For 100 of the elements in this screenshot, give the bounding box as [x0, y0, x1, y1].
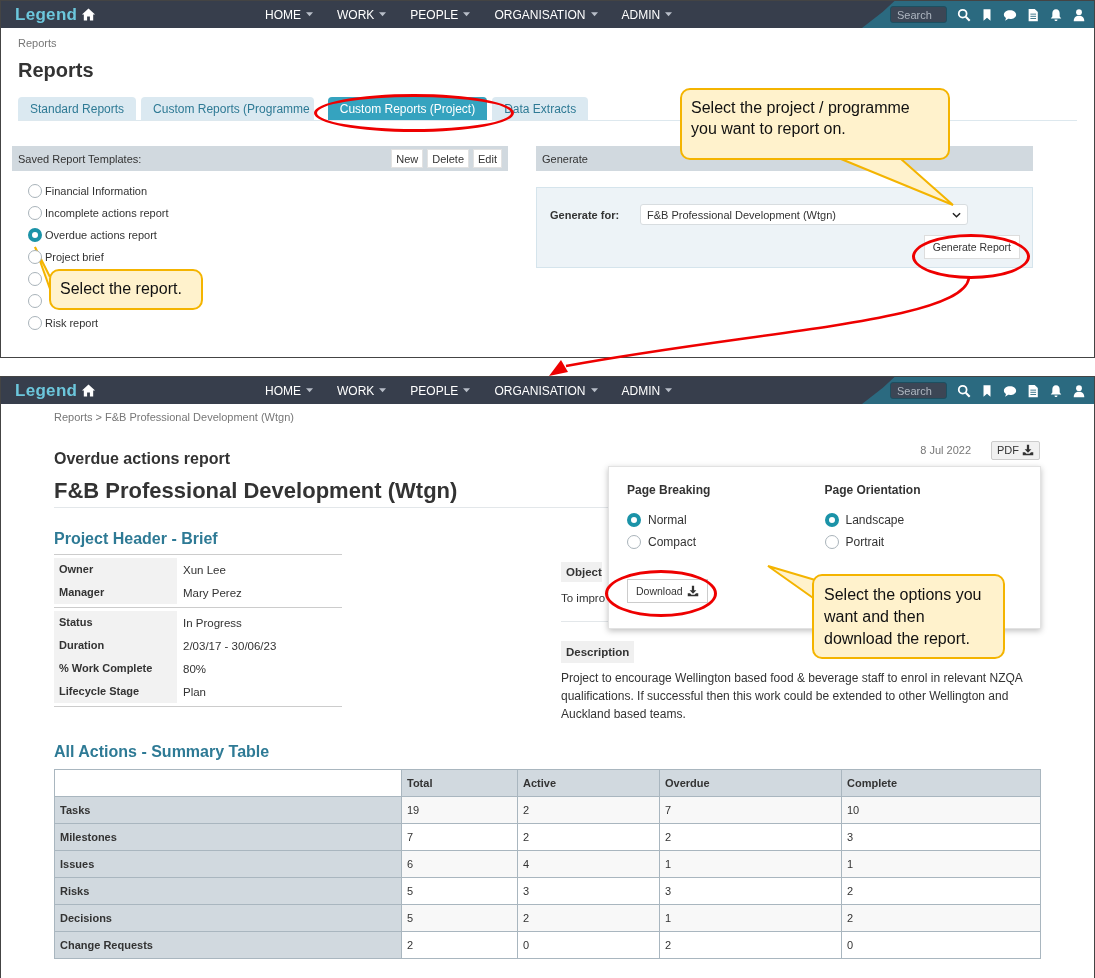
caret-icon [665, 12, 673, 17]
radio-button[interactable] [28, 228, 42, 242]
radio-button[interactable] [824, 513, 839, 527]
field-label: Manager [54, 581, 177, 604]
radio-button[interactable] [28, 316, 42, 330]
radio-label[interactable]: Normal [648, 513, 687, 527]
description-heading: Description [561, 641, 635, 663]
download-icon [686, 585, 699, 597]
row-header-cell: Milestones [54, 823, 402, 851]
field-label: Owner [54, 558, 177, 581]
table-cell: 1 [841, 850, 1041, 878]
search-field[interactable]: Search [890, 382, 947, 399]
search-icon[interactable] [957, 7, 971, 22]
radio-label[interactable]: Landscape [845, 513, 905, 527]
bell-icon[interactable] [1049, 7, 1063, 22]
pdf-button[interactable]: PDF [991, 440, 1040, 460]
search-icon[interactable] [957, 383, 971, 398]
table-cell: 2 [517, 796, 660, 824]
callout: Select the options you want and then download the report. [812, 574, 1005, 659]
field-value: Xun Lee [182, 563, 226, 576]
radio-button[interactable] [824, 535, 839, 549]
menu-item[interactable]: WORK [337, 7, 387, 22]
logo[interactable]: Legend [15, 4, 78, 25]
caret-icon [665, 388, 673, 393]
section-heading: All Actions - Summary Table [54, 743, 270, 761]
row-header-cell: Change Requests [54, 931, 402, 959]
radio-label[interactable]: Overdue actions report [45, 229, 157, 241]
row-header-cell: Issues [54, 850, 402, 878]
menu-item[interactable]: PEOPLE [410, 383, 471, 398]
toolbar-button[interactable]: Delete [427, 149, 470, 168]
radio-button[interactable] [28, 250, 42, 264]
radio-label[interactable]: Incomplete actions report [45, 207, 169, 219]
toolbar-button[interactable]: Edit [473, 149, 502, 168]
table-cell: 2 [659, 931, 842, 959]
section-heading: Project Header - Brief [54, 530, 218, 548]
table-cell: 7 [401, 823, 518, 851]
table-cell: 2 [401, 931, 518, 959]
report-date: 8 Jul 2022 [920, 444, 971, 456]
tab[interactable]: Custom Reports (Programme [141, 97, 314, 120]
chat-icon[interactable] [1003, 7, 1017, 22]
radio-label[interactable]: Compact [648, 535, 697, 549]
caret-icon [463, 12, 471, 17]
radio-label[interactable]: Project brief [45, 251, 104, 263]
menu-item[interactable]: WORK [337, 383, 387, 398]
breadcrumb[interactable]: Reports [18, 37, 57, 49]
section-title: Saved Report Templates: [18, 152, 142, 165]
objective-heading: Object [561, 562, 602, 582]
radio-button[interactable] [627, 535, 641, 549]
tab[interactable]: Standard Reports [18, 97, 137, 120]
table-cell: 5 [401, 877, 518, 905]
radio-label[interactable]: Financial Information [45, 185, 148, 197]
field-value: 80% [182, 662, 207, 675]
radio-button[interactable] [28, 184, 42, 198]
objective-text: To impro [561, 592, 606, 604]
table-cell: 19 [401, 796, 518, 824]
table-cell: 6 [401, 850, 518, 878]
menu-item[interactable]: ORGANISATION [494, 383, 598, 398]
menu-item[interactable]: PEOPLE [410, 7, 471, 22]
radio-label[interactable]: Risk report [45, 317, 99, 329]
radio-label[interactable]: Portrait [845, 535, 885, 549]
caret-icon [379, 388, 387, 393]
menu-item[interactable]: ORGANISATION [494, 7, 598, 22]
menu-item[interactable]: ADMIN [621, 7, 673, 22]
menu-item[interactable]: ADMIN [621, 383, 673, 398]
document-icon[interactable] [1026, 383, 1040, 398]
field-value: In Progress [182, 616, 242, 629]
table-cell: 3 [841, 823, 1041, 851]
radio-button[interactable] [627, 513, 641, 527]
search-field[interactable]: Search [890, 6, 947, 23]
table-cell: 0 [841, 931, 1041, 959]
logo[interactable]: Legend [15, 380, 78, 401]
bell-icon[interactable] [1049, 383, 1063, 398]
breadcrumb[interactable]: Reports > F&B Professional Development (Wtgn) [54, 411, 294, 423]
user-icon[interactable] [1072, 383, 1086, 398]
caret-icon [952, 211, 961, 218]
caret-icon [590, 388, 598, 393]
menu-item[interactable]: HOME [265, 7, 313, 22]
generate-report-button[interactable]: Generate Report [923, 235, 1020, 259]
download-icon [1022, 444, 1034, 456]
menu-item[interactable]: HOME [265, 383, 313, 398]
radio-button[interactable] [28, 206, 42, 220]
description-text: Project to encourage Wellington based food & beverage staff to enrol in relevant NZQA qualifications. If successful then this work could be extended to other Wellington and Auckland based teams. [561, 670, 1024, 723]
download-button[interactable]: Download [627, 579, 708, 603]
user-icon[interactable] [1072, 7, 1086, 22]
radio-button[interactable] [28, 272, 42, 286]
document-icon[interactable] [1026, 7, 1040, 22]
home-icon[interactable] [81, 7, 97, 22]
field-value: Mary Perez [182, 586, 242, 599]
project-dropdown[interactable]: F&B Professional Development (Wtgn) [640, 204, 968, 225]
chat-icon[interactable] [1003, 383, 1017, 398]
field-value: Plan [182, 685, 207, 698]
table-header-cell: Active [517, 769, 660, 797]
field-label: Duration [54, 634, 177, 657]
field-label: Generate for: [550, 208, 621, 221]
table-header-cell: Overdue [659, 769, 842, 797]
toolbar-button[interactable]: New [391, 149, 424, 168]
caret-icon [590, 12, 598, 17]
table-cell: 10 [841, 796, 1041, 824]
radio-button[interactable] [28, 294, 42, 308]
home-icon[interactable] [81, 383, 97, 398]
